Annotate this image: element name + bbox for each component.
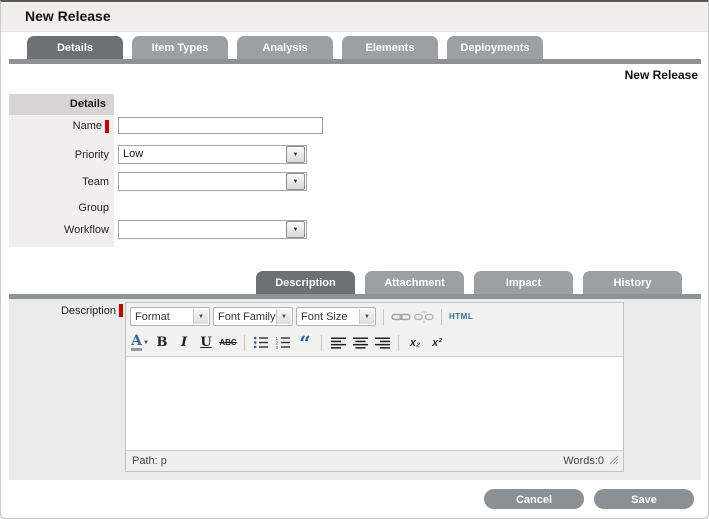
team-label-row: Team <box>1 172 109 191</box>
tab-item-types[interactable]: Item Types <box>132 36 228 59</box>
font-size-dropdown[interactable]: Font Size ▼ <box>296 307 376 326</box>
editor-path: Path: p <box>132 455 167 467</box>
description-editor-content[interactable] <box>126 356 623 451</box>
strikethrough-icon: ABC <box>219 338 236 347</box>
editor-toolbar-row1: Format ▼ Font Family ▼ Font Size ▼ <box>126 303 623 330</box>
team-select[interactable]: ▼ <box>118 172 307 191</box>
group-label-row: Group <box>1 200 109 216</box>
editor-toolbar-row2: A ▼ B I U ABC <box>126 330 623 355</box>
align-right-icon[interactable] <box>372 333 392 353</box>
priority-label-row: Priority <box>1 145 109 164</box>
html-source-button[interactable]: HTML <box>449 307 473 327</box>
resize-grip-icon[interactable] <box>608 454 619 468</box>
required-marker <box>105 120 109 133</box>
main-tab-bar: Details Item Types Analysis Elements Dep… <box>27 36 543 59</box>
subscript-button[interactable]: x₂ <box>405 333 425 353</box>
align-center-icon[interactable] <box>350 333 370 353</box>
insert-link-icon[interactable] <box>391 307 411 327</box>
workflow-select[interactable]: ▼ <box>118 220 307 239</box>
italic-button[interactable]: I <box>174 333 194 353</box>
details-section-header: Details <box>9 94 114 115</box>
description-label-row: Description <box>1 304 123 317</box>
align-left-icon[interactable] <box>328 333 348 353</box>
bold-button[interactable]: B <box>152 333 172 353</box>
font-family-dropdown-label: Font Family <box>214 311 276 323</box>
html-source-label: HTML <box>449 312 473 321</box>
format-dropdown-label: Format <box>131 311 193 323</box>
save-button[interactable]: Save <box>594 489 694 509</box>
chevron-down-icon[interactable]: ▼ <box>276 309 291 324</box>
blockquote-icon: “ <box>299 330 311 356</box>
chevron-down-icon[interactable]: ▼ <box>286 221 305 238</box>
italic-icon: I <box>181 335 187 350</box>
bullet-list-icon[interactable] <box>251 333 271 353</box>
chevron-down-icon: ▼ <box>143 340 149 346</box>
required-marker <box>119 304 123 317</box>
font-color-icon: A <box>131 335 142 351</box>
toolbar-separator <box>398 335 399 351</box>
superscript-icon: x² <box>432 337 442 349</box>
rich-text-editor: Format ▼ Font Family ▼ Font Size ▼ <box>125 302 624 472</box>
tab-impact[interactable]: Impact <box>474 271 573 294</box>
team-label: Team <box>82 176 109 188</box>
description-label: Description <box>61 305 116 317</box>
numbered-list-icon[interactable]: 1 2 3 <box>273 333 293 353</box>
content-header: New Release <box>625 68 698 82</box>
editor-statusbar: Path: p Words:0 <box>126 451 623 471</box>
toolbar-separator <box>244 335 245 351</box>
superscript-button[interactable]: x² <box>427 333 447 353</box>
chevron-down-icon[interactable]: ▼ <box>193 309 208 324</box>
workflow-label-row: Workflow <box>1 220 109 239</box>
name-label-row: Name <box>1 117 109 135</box>
chevron-down-icon[interactable]: ▼ <box>359 309 374 324</box>
tab-attachment[interactable]: Attachment <box>365 271 464 294</box>
remove-link-icon[interactable] <box>414 307 434 327</box>
blockquote-button[interactable]: “ <box>295 333 315 353</box>
svg-text:3: 3 <box>276 345 279 349</box>
priority-label: Priority <box>75 149 109 161</box>
font-color-button[interactable]: A ▼ <box>130 333 150 353</box>
editor-word-count: Words:0 <box>563 455 604 467</box>
new-release-window: New Release Details Item Types Analysis … <box>0 0 709 519</box>
chevron-down-icon[interactable]: ▼ <box>286 173 305 190</box>
tab-description[interactable]: Description <box>256 271 355 294</box>
bold-icon: B <box>157 335 168 350</box>
font-size-dropdown-label: Font Size <box>297 311 359 323</box>
chevron-down-icon[interactable]: ▼ <box>286 146 305 163</box>
toolbar-separator <box>321 335 322 351</box>
tab-deployments[interactable]: Deployments <box>447 36 543 59</box>
toolbar-separator <box>441 309 442 325</box>
tab-history[interactable]: History <box>583 271 682 294</box>
subscript-icon: x₂ <box>410 337 420 349</box>
group-label: Group <box>78 202 109 214</box>
sub-tab-bar: Description Attachment Impact History <box>256 271 682 294</box>
font-family-dropdown[interactable]: Font Family ▼ <box>213 307 293 326</box>
underline-icon: U <box>200 335 211 350</box>
tab-elements[interactable]: Elements <box>342 36 438 59</box>
toolbar-separator <box>383 309 384 325</box>
name-label: Name <box>73 120 102 132</box>
name-input[interactable] <box>118 117 323 134</box>
priority-value: Low <box>119 146 286 163</box>
tab-analysis[interactable]: Analysis <box>237 36 333 59</box>
workflow-label: Workflow <box>64 224 109 236</box>
priority-select[interactable]: Low ▼ <box>118 145 307 164</box>
main-tab-underline <box>9 59 701 64</box>
strikethrough-button[interactable]: ABC <box>218 333 238 353</box>
tab-details[interactable]: Details <box>27 36 123 59</box>
format-dropdown[interactable]: Format ▼ <box>130 307 210 326</box>
cancel-button[interactable]: Cancel <box>484 489 584 509</box>
page-title: New Release <box>1 2 708 32</box>
underline-button[interactable]: U <box>196 333 216 353</box>
